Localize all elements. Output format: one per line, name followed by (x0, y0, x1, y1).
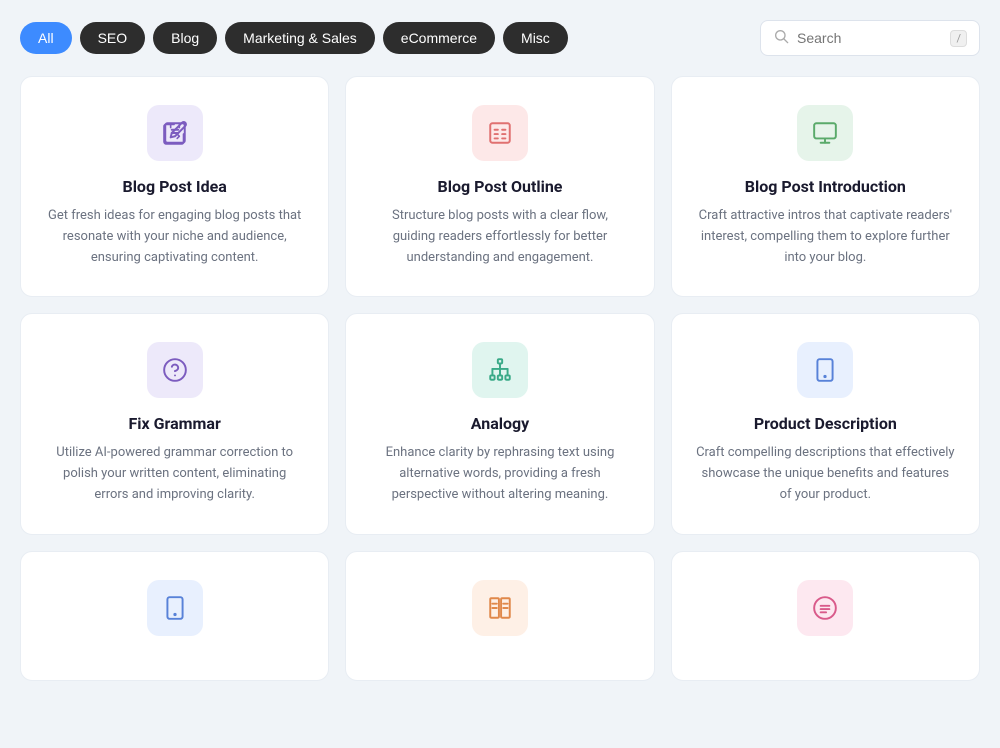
filter-bar: All SEO Blog Marketing & Sales eCommerce… (20, 20, 980, 56)
card-product-description[interactable]: Product Description Craft compelling des… (671, 313, 980, 534)
card-partial-2[interactable] (345, 551, 654, 681)
card-partial-1[interactable] (20, 551, 329, 681)
card-icon-book (472, 580, 528, 636)
card-icon-hierarchy (472, 342, 528, 398)
card-title: Blog Post Introduction (745, 177, 906, 196)
card-title: Product Description (754, 414, 897, 433)
card-title: Blog Post Outline (438, 177, 563, 196)
filter-misc[interactable]: Misc (503, 22, 568, 54)
card-title: Blog Post Idea (122, 177, 226, 196)
card-icon-edit (147, 105, 203, 161)
card-description: Utilize AI-powered grammar correction to… (45, 443, 304, 505)
cards-grid: Blog Post Idea Get fresh ideas for engag… (20, 76, 980, 681)
card-blog-post-outline[interactable]: Blog Post Outline Structure blog posts w… (345, 76, 654, 297)
card-icon-list (472, 105, 528, 161)
filter-ecommerce[interactable]: eCommerce (383, 22, 495, 54)
card-icon-mobile2 (147, 580, 203, 636)
card-icon-question (147, 342, 203, 398)
card-fix-grammar[interactable]: Fix Grammar Utilize AI-powered grammar c… (20, 313, 329, 534)
card-analogy[interactable]: Analogy Enhance clarity by rephrasing te… (345, 313, 654, 534)
card-description: Craft compelling descriptions that effec… (696, 443, 955, 505)
search-input[interactable] (797, 30, 942, 46)
card-title: Fix Grammar (128, 414, 220, 433)
card-icon-monitor (797, 105, 853, 161)
card-blog-post-introduction[interactable]: Blog Post Introduction Craft attractive … (671, 76, 980, 297)
filter-marketing[interactable]: Marketing & Sales (225, 22, 375, 54)
filter-blog[interactable]: Blog (153, 22, 217, 54)
card-blog-post-idea[interactable]: Blog Post Idea Get fresh ideas for engag… (20, 76, 329, 297)
search-shortcut: / (950, 30, 967, 47)
card-description: Enhance clarity by rephrasing text using… (370, 443, 629, 505)
filter-all[interactable]: All (20, 22, 72, 54)
card-title: Analogy (471, 414, 530, 433)
card-description: Structure blog posts with a clear flow, … (370, 206, 629, 268)
card-description: Craft attractive intros that captivate r… (696, 206, 955, 268)
filter-seo[interactable]: SEO (80, 22, 146, 54)
search-container: / (760, 20, 980, 56)
card-description: Get fresh ideas for engaging blog posts … (45, 206, 304, 268)
card-partial-3[interactable] (671, 551, 980, 681)
card-icon-mobile (797, 342, 853, 398)
card-icon-list2 (797, 580, 853, 636)
search-icon (773, 28, 789, 48)
